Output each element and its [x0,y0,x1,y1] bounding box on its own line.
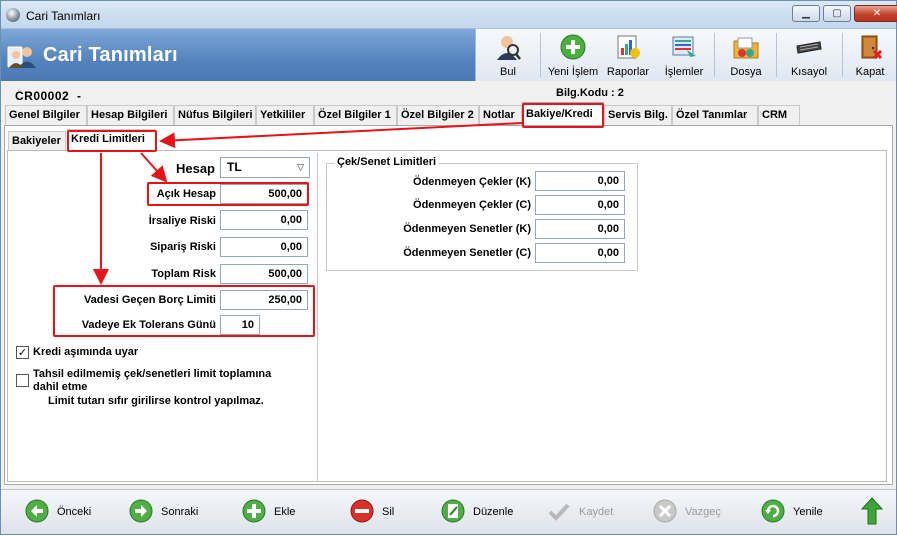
odenmeyen-cekler-k-label: Ödenmeyen Çekler (K) [413,176,531,188]
close-window-button[interactable]: ✕ [854,5,897,22]
hesap-selected-value: TL [227,160,242,174]
chevron-down-icon: ▽ [297,162,304,172]
odenmeyen-senetler-c-label: Ödenmeyen Senetler (C) [403,247,531,259]
add-icon [560,34,586,60]
cancel-label: Vazgeç [685,506,721,518]
odenmeyen-senetler-k-field[interactable]: 0,00 [535,219,625,239]
siparis-riski-field[interactable]: 0,00 [220,237,308,257]
exit-door-icon [861,35,883,60]
odenmeyen-cekler-c-label: Ödenmeyen Çekler (C) [413,199,531,211]
tab-servis-bilg[interactable]: Servis Bilg. [604,105,672,125]
tahsil-edilmemis-label-line1: Tahsil edilmemiş çek/senetleri limit top… [33,368,272,380]
app-window: Cari Tanımları ▁ ▢ ✕ Cari Tanımları Bul … [0,0,897,535]
arrow-up-icon [861,497,883,525]
cancel-icon [653,499,677,523]
minus-icon [350,499,374,523]
edit-label: Düzenle [473,506,514,518]
odenmeyen-senetler-c-field[interactable]: 0,00 [535,243,625,263]
reports-button[interactable]: Raporlar [604,29,652,81]
tab-ozel-bilgiler-2[interactable]: Özel Bilgiler 2 [397,105,479,125]
arrow-right-icon [129,499,153,523]
operations-button[interactable]: İşlemler [660,29,708,81]
keyboard-icon [796,41,822,54]
app-icon [6,8,20,22]
toolbar-separator [540,33,541,77]
toolbar-separator [714,33,715,77]
next-label: Sonraki [161,506,199,518]
exit-button[interactable]: Kapat [846,29,894,81]
main-tab-strip: Genel Bilgiler Hesap Bilgileri Nüfus Bil… [5,102,893,126]
hesap-select[interactable]: TL ▽ [220,157,310,178]
shortcut-button[interactable]: Kısayol [784,29,834,81]
limit-note: Limit tutarı sıfır girilirse kontrol yap… [48,395,264,407]
odenmeyen-senetler-k-label: Ödenmeyen Senetler (K) [403,223,531,235]
find-label: Bul [500,66,516,78]
tab-yetkililer[interactable]: Yetkililer [256,105,314,125]
tahsil-edilmemis-checkbox[interactable] [16,374,29,387]
tahsil-edilmemis-label-line2: dahil etme [33,381,88,393]
toplam-risk-field[interactable]: 500,00 [220,264,308,284]
checkmark-icon [548,503,570,521]
edit-icon [441,499,465,523]
window-title: Cari Tanımları [26,9,101,23]
irsaliye-riski-field[interactable]: 0,00 [220,210,308,230]
record-code: CR00002 - [15,89,82,103]
minimize-button[interactable]: ▁ [792,5,820,22]
previous-label: Önceki [57,506,92,518]
file-button[interactable]: Dosya [722,29,770,81]
tab-notlar[interactable]: Notlar [479,105,522,125]
refresh-label: Yenile [793,506,823,518]
save-label: Kaydet [579,506,614,518]
cek-senet-title: Çek/Senet Limitleri [334,156,440,168]
tab-hesap-bilgileri[interactable]: Hesap Bilgileri [87,105,174,125]
exit-label: Kapat [855,66,885,78]
record-info-bar: CR00002 - Bilg.Kodu : 2 [1,81,896,105]
find-button[interactable]: Bul [484,29,532,81]
toplam-risk-label: Toplam Risk [151,268,216,280]
folder-icon [733,37,759,59]
add-label: Ekle [274,506,296,518]
toolbar: Bul Yeni İşlem Raporlar İşlemler Dosya K… [475,29,896,81]
new-transaction-label: Yeni İşlem [547,66,599,78]
odenmeyen-cekler-k-field[interactable]: 0,00 [535,171,625,191]
kredi-asim-uyar-label: Kredi aşımında uyar [33,346,139,358]
irsaliye-riski-label: İrsaliye Riski [148,215,216,227]
highlight-vade-limits [53,285,315,337]
file-label: Dosya [730,66,762,78]
delete-label: Sil [382,506,395,518]
reports-label: Raporlar [606,66,650,78]
toolbar-separator [842,33,843,77]
toolbar-separator [776,33,777,77]
operations-label: İşlemler [664,66,704,78]
kredi-asim-uyar-checkbox[interactable]: ✓ [16,346,29,359]
highlight-kredi-limitleri-tab [67,130,157,152]
bilg-kodu: Bilg.Kodu : 2 [556,87,624,99]
shortcut-label: Kısayol [790,66,828,78]
siparis-riski-label: Sipariş Riski [149,241,216,253]
module-title: Cari Tanımları [43,44,178,66]
customers-icon [7,46,36,68]
report-icon [617,35,640,59]
new-transaction-button[interactable]: Yeni İşlem [546,29,600,81]
subtab-bakiyeler[interactable]: Bakiyeler [8,131,66,150]
panel-divider [317,153,318,481]
title-bar: Cari Tanımları ▁ ▢ ✕ [1,1,897,29]
tab-genel-bilgiler[interactable]: Genel Bilgiler [5,105,87,125]
highlight-acik-hesap [147,182,309,206]
tab-crm[interactable]: CRM [758,105,800,125]
highlight-bakiye-kredi-tab [522,103,604,128]
hesap-label: Hesap [175,161,215,176]
go-up-button[interactable] [861,497,885,525]
tab-nufus-bilgileri[interactable]: Nüfus Bilgileri [174,105,256,125]
record-nav-bar: Önceki Sonraki Ekle Sil Düzenle Kaydet V… [1,489,896,534]
arrow-left-icon [25,499,49,523]
odenmeyen-cekler-c-field[interactable]: 0,00 [535,195,625,215]
maximize-button[interactable]: ▢ [823,5,851,22]
tab-ozel-bilgiler-1[interactable]: Özel Bilgiler 1 [314,105,397,125]
tab-ozel-tanimlar[interactable]: Özel Tanımlar [672,105,758,125]
operations-icon [672,36,696,57]
search-person-icon [497,36,521,60]
plus-icon [242,499,266,523]
refresh-icon [761,499,785,523]
